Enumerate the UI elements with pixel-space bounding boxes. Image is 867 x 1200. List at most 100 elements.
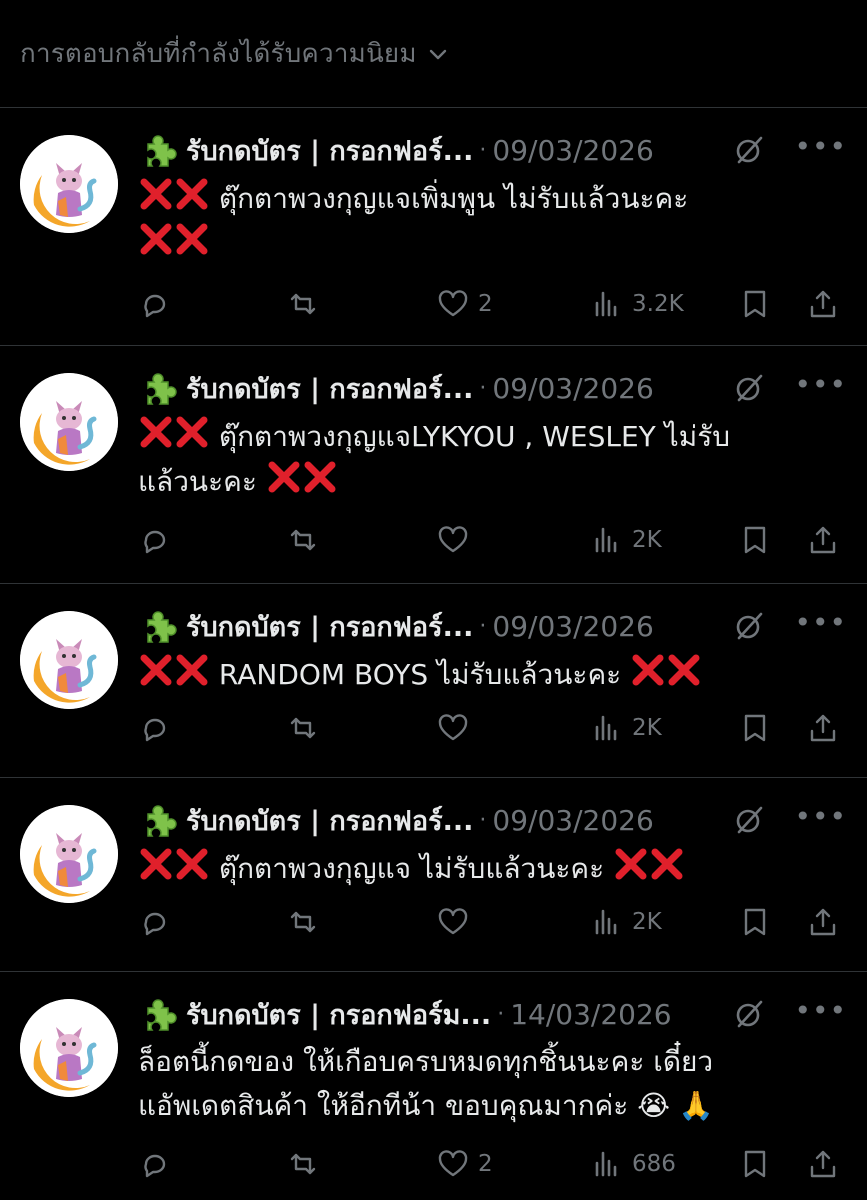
replies-sort-dropdown[interactable]: การตอบกลับที่กำลังได้รับความนิยม xyxy=(0,0,867,108)
like-count: 2 xyxy=(478,291,493,317)
more-options-icon[interactable]: ••• xyxy=(794,802,847,832)
more-options-icon[interactable]: ••• xyxy=(794,132,847,162)
author-name[interactable]: รับกดบัตร | กรอกฟอร์... xyxy=(186,799,473,842)
avatar[interactable] xyxy=(20,805,118,903)
post-text-part: แอัพเดตสินค้า ให้อีกทีน้า ขอบคุณมากค่ะ xyxy=(138,1089,629,1122)
repost-button[interactable] xyxy=(286,284,328,324)
views-button[interactable]: 2K xyxy=(590,902,662,942)
like-button[interactable] xyxy=(436,708,478,748)
reply-post[interactable]: รับกดบัตร | กรอกฟอร์... · 09/03/2026 •••… xyxy=(0,584,867,778)
author-name[interactable]: รับกดบัตร | กรอกฟอร์... xyxy=(186,605,473,648)
cross-mark-icon xyxy=(666,652,702,688)
cross-mark-icon xyxy=(174,652,210,688)
post-date[interactable]: 09/03/2026 xyxy=(492,610,653,643)
bookmark-button[interactable] xyxy=(738,902,772,942)
share-button[interactable] xyxy=(806,1144,840,1184)
views-button[interactable]: 2K xyxy=(590,708,662,748)
avatar[interactable] xyxy=(20,373,118,471)
share-button[interactable] xyxy=(806,284,840,324)
like-button[interactable]: 2 xyxy=(436,284,493,324)
puzzle-piece-icon xyxy=(147,135,177,167)
bookmark-icon xyxy=(744,714,766,742)
reply-button[interactable] xyxy=(138,284,180,324)
views-icon xyxy=(595,909,617,935)
post-date[interactable]: 09/03/2026 xyxy=(492,804,653,837)
grok-icon[interactable] xyxy=(733,134,765,166)
reply-post[interactable]: รับกดบัตร | กรอกฟอร์... · 09/03/2026 •••… xyxy=(0,108,867,346)
cat-avatar-icon xyxy=(20,805,118,903)
reply-button[interactable] xyxy=(138,1144,180,1184)
post-actions: 2K xyxy=(138,708,847,748)
post-date[interactable]: 14/03/2026 xyxy=(510,998,671,1031)
separator: · xyxy=(479,137,487,163)
post-header: รับกดบัตร | กรอกฟอร์... · 09/03/2026 ••• xyxy=(138,800,847,840)
bookmark-icon xyxy=(744,1150,766,1178)
post-text-part: RANDOM BOYS ไม่รับแล้วนะคะ xyxy=(218,658,622,691)
more-options-icon[interactable]: ••• xyxy=(794,996,847,1026)
repost-button[interactable] xyxy=(286,902,328,942)
author-name[interactable]: รับกดบัตร | กรอกฟอร์... xyxy=(186,367,473,410)
like-button[interactable] xyxy=(436,520,478,560)
bookmark-button[interactable] xyxy=(738,1144,772,1184)
avatar[interactable] xyxy=(20,611,118,709)
avatar[interactable] xyxy=(20,135,118,233)
reply-icon xyxy=(144,1154,166,1178)
post-date[interactable]: 09/03/2026 xyxy=(492,134,653,167)
cat-avatar-icon xyxy=(20,373,118,471)
cross-mark-icon xyxy=(630,652,666,688)
views-button[interactable]: 2K xyxy=(590,520,662,560)
grok-icon[interactable] xyxy=(733,610,765,642)
like-button[interactable] xyxy=(436,902,478,942)
separator: · xyxy=(497,1001,505,1027)
cross-mark-icon xyxy=(138,414,174,450)
view-count: 3.2K xyxy=(632,291,684,317)
post-text-part: ตุ๊กตาพวงกุญแจLYKYOU , WESLEY ไม่รับ xyxy=(218,420,731,453)
share-button[interactable] xyxy=(806,708,840,748)
grok-icon[interactable] xyxy=(733,372,765,404)
grok-icon[interactable] xyxy=(733,998,765,1030)
bookmark-button[interactable] xyxy=(738,284,772,324)
reply-post[interactable]: รับกดบัตร | กรอกฟอร์... · 09/03/2026 •••… xyxy=(0,346,867,584)
post-text-part: แล้วนะคะ xyxy=(138,465,257,498)
sort-label: การตอบกลับที่กำลังได้รับความนิยม xyxy=(20,39,417,69)
cross-mark-icon xyxy=(138,846,174,882)
cross-mark-icon xyxy=(174,176,210,212)
grok-icon[interactable] xyxy=(733,804,765,836)
reply-button[interactable] xyxy=(138,902,180,942)
bookmark-icon xyxy=(744,290,766,318)
heart-icon xyxy=(438,714,468,741)
more-options-icon[interactable]: ••• xyxy=(794,370,847,400)
reply-button[interactable] xyxy=(138,708,180,748)
cross-mark-icon xyxy=(138,652,174,688)
post-header: รับกดบัตร | กรอกฟอร์ม... · 14/03/2026 ••… xyxy=(138,994,847,1034)
author-name[interactable]: รับกดบัตร | กรอกฟอร์ม... xyxy=(186,993,491,1036)
post-date[interactable]: 09/03/2026 xyxy=(492,372,653,405)
views-button[interactable]: 3.2K xyxy=(590,284,684,324)
share-button[interactable] xyxy=(806,902,840,942)
repost-button[interactable] xyxy=(286,1144,328,1184)
repost-icon xyxy=(290,717,316,739)
repost-button[interactable] xyxy=(286,708,328,748)
bookmark-button[interactable] xyxy=(738,708,772,748)
reply-post[interactable]: รับกดบัตร | กรอกฟอร์ม... · 14/03/2026 ••… xyxy=(0,972,867,1200)
views-icon xyxy=(595,1151,617,1177)
reply-button[interactable] xyxy=(138,520,180,560)
repost-icon xyxy=(290,1153,316,1175)
like-button[interactable]: 2 xyxy=(436,1144,493,1184)
more-options-icon[interactable]: ••• xyxy=(794,608,847,638)
view-count: 686 xyxy=(632,1151,676,1177)
reply-post[interactable]: รับกดบัตร | กรอกฟอร์... · 09/03/2026 •••… xyxy=(0,778,867,972)
views-icon xyxy=(595,291,617,317)
repost-button[interactable] xyxy=(286,520,328,560)
post-text: ล็อตนี้กดของ ให้เกือบครบหมดทุกชิ้นนะคะ เ… xyxy=(138,1040,827,1128)
cat-avatar-icon xyxy=(20,999,118,1097)
repost-icon xyxy=(290,293,316,315)
avatar[interactable] xyxy=(20,999,118,1097)
heart-icon xyxy=(438,526,468,553)
views-button[interactable]: 686 xyxy=(590,1144,676,1184)
share-button[interactable] xyxy=(806,520,840,560)
cross-mark-icon xyxy=(649,846,685,882)
bookmark-button[interactable] xyxy=(738,520,772,560)
post-header: รับกดบัตร | กรอกฟอร์... · 09/03/2026 ••• xyxy=(138,368,847,408)
author-name[interactable]: รับกดบัตร | กรอกฟอร์... xyxy=(186,129,473,172)
